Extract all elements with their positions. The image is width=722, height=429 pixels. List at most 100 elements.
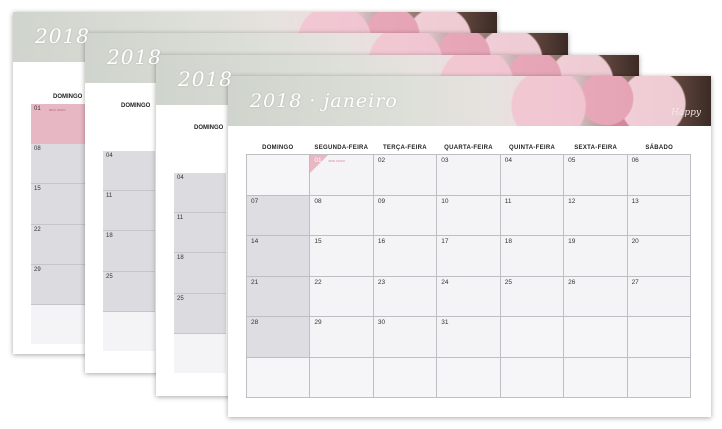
- day-number: 15: [34, 186, 41, 193]
- day-number: 22: [314, 278, 322, 286]
- day-number: 26: [568, 278, 576, 286]
- day-cell: 18: [103, 231, 155, 272]
- day-number: 02: [377, 157, 386, 164]
- day-headers: DOMINGO SEGUNDA-FEIRA TERÇA-FEIRA QUARTA-FE…: [246, 145, 691, 151]
- day-cell: [247, 155, 311, 196]
- day-cell: 21: [247, 276, 311, 317]
- day-cell: 11: [103, 191, 155, 232]
- day-cell: 24: [437, 276, 501, 317]
- day-header: TERÇA-FEIRA: [382, 145, 427, 151]
- day-number: 25: [106, 273, 113, 280]
- day-cell: 25: [500, 276, 565, 317]
- day-number: 06: [631, 157, 639, 164]
- day-number: 29: [314, 319, 322, 326]
- day-cell: 23: [373, 276, 438, 317]
- day-cell: 06: [627, 155, 691, 196]
- day-number: 03: [441, 157, 449, 164]
- day-cell: [564, 317, 628, 358]
- day-cell: 29: [310, 317, 374, 358]
- day-number: 18: [106, 233, 113, 240]
- day-number: 29: [34, 266, 41, 273]
- calendar-sheet-front: 2018 · janeiro Happy DOMINGO SEGUNDA-FEIR…: [228, 76, 711, 417]
- day-number: 14: [251, 238, 259, 245]
- sunday-column: 04 11 18 25: [103, 151, 155, 352]
- day-number: 08: [314, 197, 322, 205]
- day-cell: 25: [103, 271, 155, 312]
- empty-cell: [103, 311, 155, 352]
- day-cell: 09: [373, 195, 438, 236]
- day-cell: [373, 357, 438, 398]
- day-cell: [564, 357, 628, 398]
- day-number: 11: [177, 215, 184, 222]
- day-number: 18: [177, 255, 184, 262]
- day-cell: 12: [564, 195, 628, 236]
- day-cell: 04: [500, 155, 565, 196]
- day-cell: 26: [564, 276, 628, 317]
- day-cell: 04: [174, 173, 226, 214]
- day-cell: 31: [437, 317, 501, 358]
- day-number: 17: [441, 238, 449, 245]
- day-number: 19: [568, 238, 576, 245]
- day-cell: 07: [247, 195, 311, 236]
- day-number: 01: [314, 157, 322, 164]
- day-cell: 27: [627, 276, 691, 317]
- day-number: 30: [377, 319, 386, 326]
- day-number: 05: [568, 157, 576, 164]
- day-cell: 02: [373, 155, 438, 196]
- day-cell: 17: [437, 236, 501, 277]
- day-header-sunday: DOMINGO: [121, 103, 151, 109]
- day-number: 31: [441, 319, 449, 326]
- brand-logo: Happy: [671, 108, 701, 118]
- day-cell: [437, 357, 501, 398]
- day-cell: [627, 317, 691, 358]
- day-number: 24: [441, 278, 449, 286]
- banner-title: 2018: [107, 45, 162, 69]
- day-cell: [500, 357, 565, 398]
- day-number: 23: [377, 278, 386, 286]
- banner-title: 2018: [35, 24, 90, 48]
- day-header: SEGUNDA-FEIRA: [314, 145, 369, 151]
- day-cell: 01 ano novo: [310, 155, 374, 196]
- day-number: 12: [568, 197, 576, 205]
- day-cell: [500, 317, 565, 358]
- day-cell: 30: [373, 317, 438, 358]
- day-number: 22: [34, 226, 41, 233]
- day-number: 25: [504, 278, 512, 286]
- day-number: 09: [377, 197, 386, 205]
- day-number: 11: [106, 193, 113, 200]
- day-number: 28: [251, 319, 259, 326]
- day-cell: 14: [247, 236, 311, 277]
- day-cell: [627, 357, 691, 398]
- day-number: 18: [504, 238, 512, 245]
- day-cell: 22: [310, 276, 374, 317]
- month-grid: 01 ano novo 02 03 04 05 06 07 08 09 10 11 12 13 14 15 16…: [246, 154, 691, 398]
- day-number: 04: [106, 153, 113, 159]
- day-header: SÁBADO: [645, 145, 674, 151]
- day-header-sunday: DOMINGO: [194, 125, 224, 131]
- sunday-column: 04 11 18 25: [174, 173, 226, 374]
- day-cell: 10: [437, 195, 501, 236]
- day-cell: 11: [174, 213, 226, 254]
- holiday-note: ano novo: [328, 158, 345, 163]
- day-cell: [247, 357, 311, 398]
- day-number: 07: [251, 197, 259, 205]
- day-header: QUINTA-FEIRA: [509, 145, 556, 151]
- day-cell: 15: [310, 236, 374, 277]
- day-cell: 18: [174, 253, 226, 294]
- day-cell: 05: [564, 155, 628, 196]
- banner-title: 2018: [178, 67, 233, 91]
- banner-title: 2018 · janeiro: [250, 90, 398, 112]
- day-cell: 08: [310, 195, 374, 236]
- day-number: 15: [314, 238, 322, 245]
- day-number: 13: [631, 197, 639, 205]
- day-cell: 18: [500, 236, 565, 277]
- day-cell: 16: [373, 236, 438, 277]
- day-cell: 19: [564, 236, 628, 277]
- day-cell: 03: [437, 155, 501, 196]
- day-header: QUARTA-FEIRA: [444, 145, 493, 151]
- day-cell: 20: [627, 236, 691, 277]
- day-number: 04: [177, 175, 184, 181]
- empty-cell: [174, 333, 226, 374]
- day-cell: 11: [500, 195, 565, 236]
- day-cell: 28: [247, 317, 311, 358]
